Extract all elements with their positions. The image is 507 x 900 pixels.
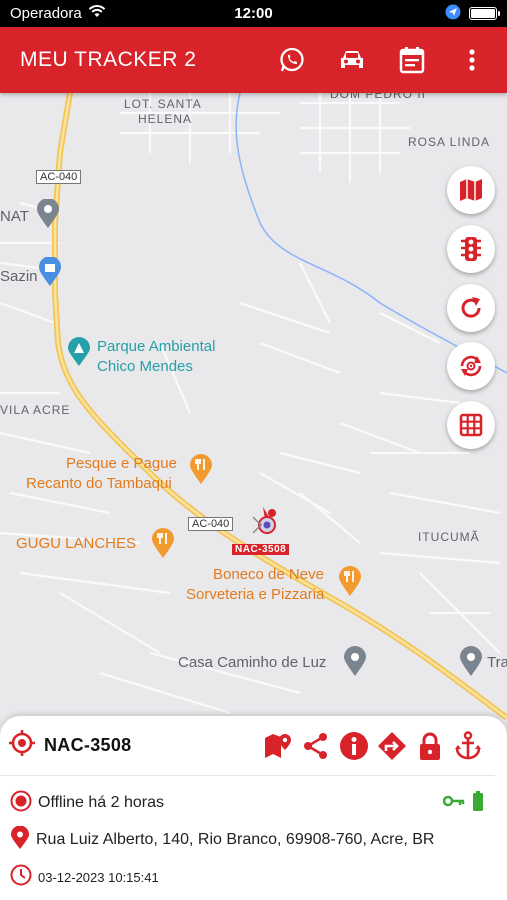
panel-header: NAC-3508 [0,716,495,776]
map-label: VILA ACRE [0,403,71,417]
battery-level-icon [473,790,483,816]
restaurant-pin-icon[interactable] [150,527,176,564]
battery-icon [469,7,500,20]
poi-boneco-subtitle: Sorveteria e Pizzaria [186,586,325,603]
vehicle-detail-panel: NAC-3508 Offline há 2 horas Rua Luiz Alb… [0,716,507,900]
calendar-icon[interactable] [397,45,427,75]
poi-boneco-title: Boneco de Neve [213,566,324,583]
vehicle-plate-label: NAC-3508 [232,544,290,555]
wifi-icon [88,5,106,22]
map-label: ITUCUMÃ [418,530,480,544]
carrier-label: Operadora [10,5,82,22]
road-shield: AC-040 [188,517,234,531]
park-pin-icon[interactable] [66,337,92,372]
traffic-button[interactable] [447,225,495,273]
map-label: NAT [0,208,29,225]
clock-icon [10,864,32,891]
share-icon[interactable] [301,731,331,761]
more-menu-icon[interactable] [457,45,487,75]
datetime-row: 03-12-2023 10:15:41 [0,857,507,897]
vehicle-pin-icon [252,507,276,534]
location-pin-icon [10,825,30,855]
poi-casa: Casa Caminho de Luz [178,654,327,671]
map-label: Sazin [0,268,38,285]
place-pin-icon[interactable] [342,645,368,682]
app-title: MEU TRACKER 2 [20,48,197,71]
vehicle-marker[interactable]: NAC-3508 [232,505,290,555]
address-row: Rua Luiz Alberto, 140, Rio Branco, 69908… [0,823,507,857]
lock-icon[interactable] [415,731,445,761]
place-pin-icon[interactable] [36,198,60,234]
location-services-icon [445,4,461,24]
directions-icon[interactable] [377,731,407,761]
auto-refresh-button[interactable] [447,342,495,390]
map-label: ROSA LINDA [408,135,491,149]
car-icon[interactable] [337,45,367,75]
connection-status: Offline há 2 horas [38,794,165,811]
poi-gugu: GUGU LANCHES [16,535,137,552]
crosshair-icon[interactable] [8,729,36,762]
info-icon[interactable] [339,731,369,761]
poi-pesque-title: Pesque e Pague [66,455,177,472]
map-type-button[interactable] [447,166,495,214]
refresh-button[interactable] [447,284,495,332]
whatsapp-icon[interactable] [277,45,307,75]
last-update-datetime: 03-12-2023 10:15:41 [38,869,159,885]
restaurant-pin-icon[interactable] [188,453,214,490]
offline-status-icon [10,790,32,817]
restaurant-pin-icon[interactable] [337,565,363,602]
poi-tra: Tra [487,654,507,671]
ignition-key-icon [442,794,465,813]
vehicle-plate: NAC-3508 [44,735,132,755]
poi-pesque-subtitle: Recanto do Tambaqui [26,475,172,492]
map-label: DOM PEDRO II [330,93,427,101]
vehicle-address: Rua Luiz Alberto, 140, Rio Branco, 69908… [36,831,435,848]
poi-parque-title: Parque Ambiental [97,338,216,355]
refresh-icon [461,297,481,318]
poi-parque-subtitle: Chico Mendes [97,358,193,375]
grid-icon [459,413,483,437]
status-bar: Operadora 12:00 [0,0,507,27]
road-shield: AC-040 [36,170,82,184]
shopping-pin-icon[interactable] [38,256,62,292]
anchor-icon[interactable] [453,730,483,761]
map-background [0,93,507,733]
sync-target-icon [460,355,482,377]
map-pin-icon[interactable] [263,731,293,761]
map-view[interactable]: LOT. SANTA HELENA DOM PEDRO II ROSA LIND… [0,93,507,733]
grid-button[interactable] [447,401,495,449]
status-row: Offline há 2 horas [0,783,507,823]
app-bar: MEU TRACKER 2 [0,27,507,93]
map-label: HELENA [138,112,193,126]
traffic-light-icon [461,237,481,261]
place-pin-icon[interactable] [458,645,484,682]
map-label: LOT. SANTA [124,97,202,111]
map-icon [460,179,482,201]
